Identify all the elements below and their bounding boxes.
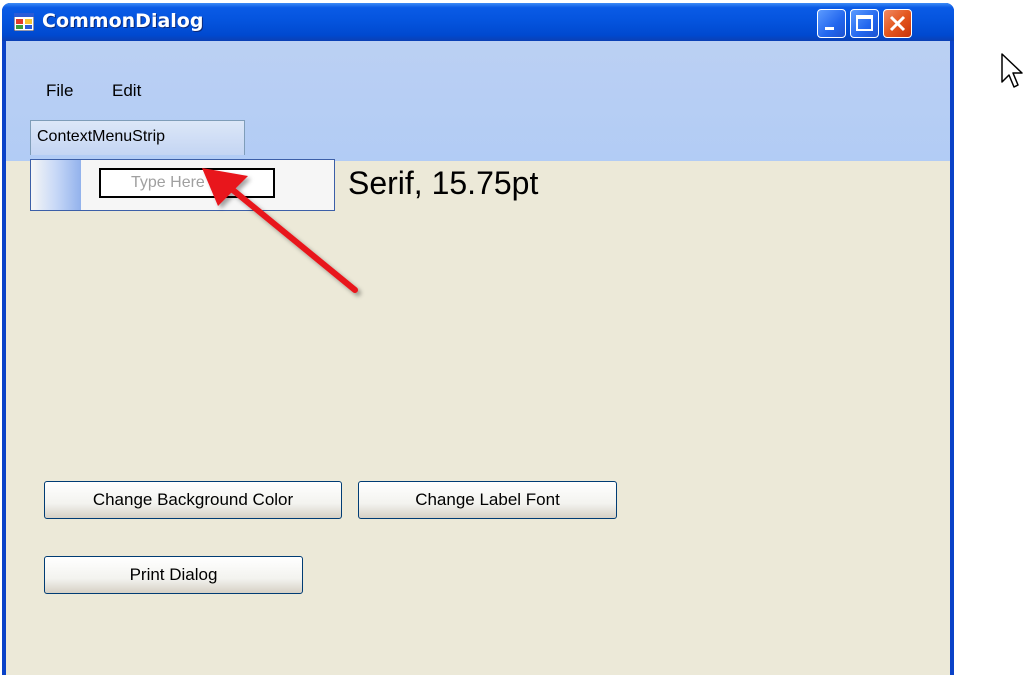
mouse-cursor-icon (1001, 53, 1023, 88)
minimize-button[interactable] (817, 9, 846, 38)
client-area: File Edit ContextMenuStrip Type Here Ser… (6, 41, 950, 675)
minimize-icon (825, 27, 834, 30)
menu-strip: File Edit ContextMenuStrip (6, 41, 950, 161)
maximize-icon (856, 15, 873, 31)
app-window: CommonDialog File Edit ContextMenuStrip (2, 3, 954, 675)
window-title: CommonDialog (42, 10, 204, 32)
close-button[interactable] (883, 9, 912, 38)
menu-file[interactable]: File (46, 81, 73, 101)
maximize-button[interactable] (850, 9, 879, 38)
change-label-font-button[interactable]: Change Label Font (358, 481, 617, 519)
font-label: Serif, 15.75pt (348, 165, 539, 201)
app-window-icon (14, 13, 34, 31)
annotation-arrow-icon (202, 168, 358, 293)
context-menu-strip-tab[interactable]: ContextMenuStrip (30, 120, 245, 155)
print-dialog-button[interactable]: Print Dialog (44, 556, 303, 594)
menu-edit[interactable]: Edit (112, 81, 141, 101)
context-menu-image-margin (31, 160, 81, 210)
title-bar[interactable]: CommonDialog (2, 3, 954, 41)
close-icon (889, 15, 906, 32)
change-background-color-button[interactable]: Change Background Color (44, 481, 342, 519)
